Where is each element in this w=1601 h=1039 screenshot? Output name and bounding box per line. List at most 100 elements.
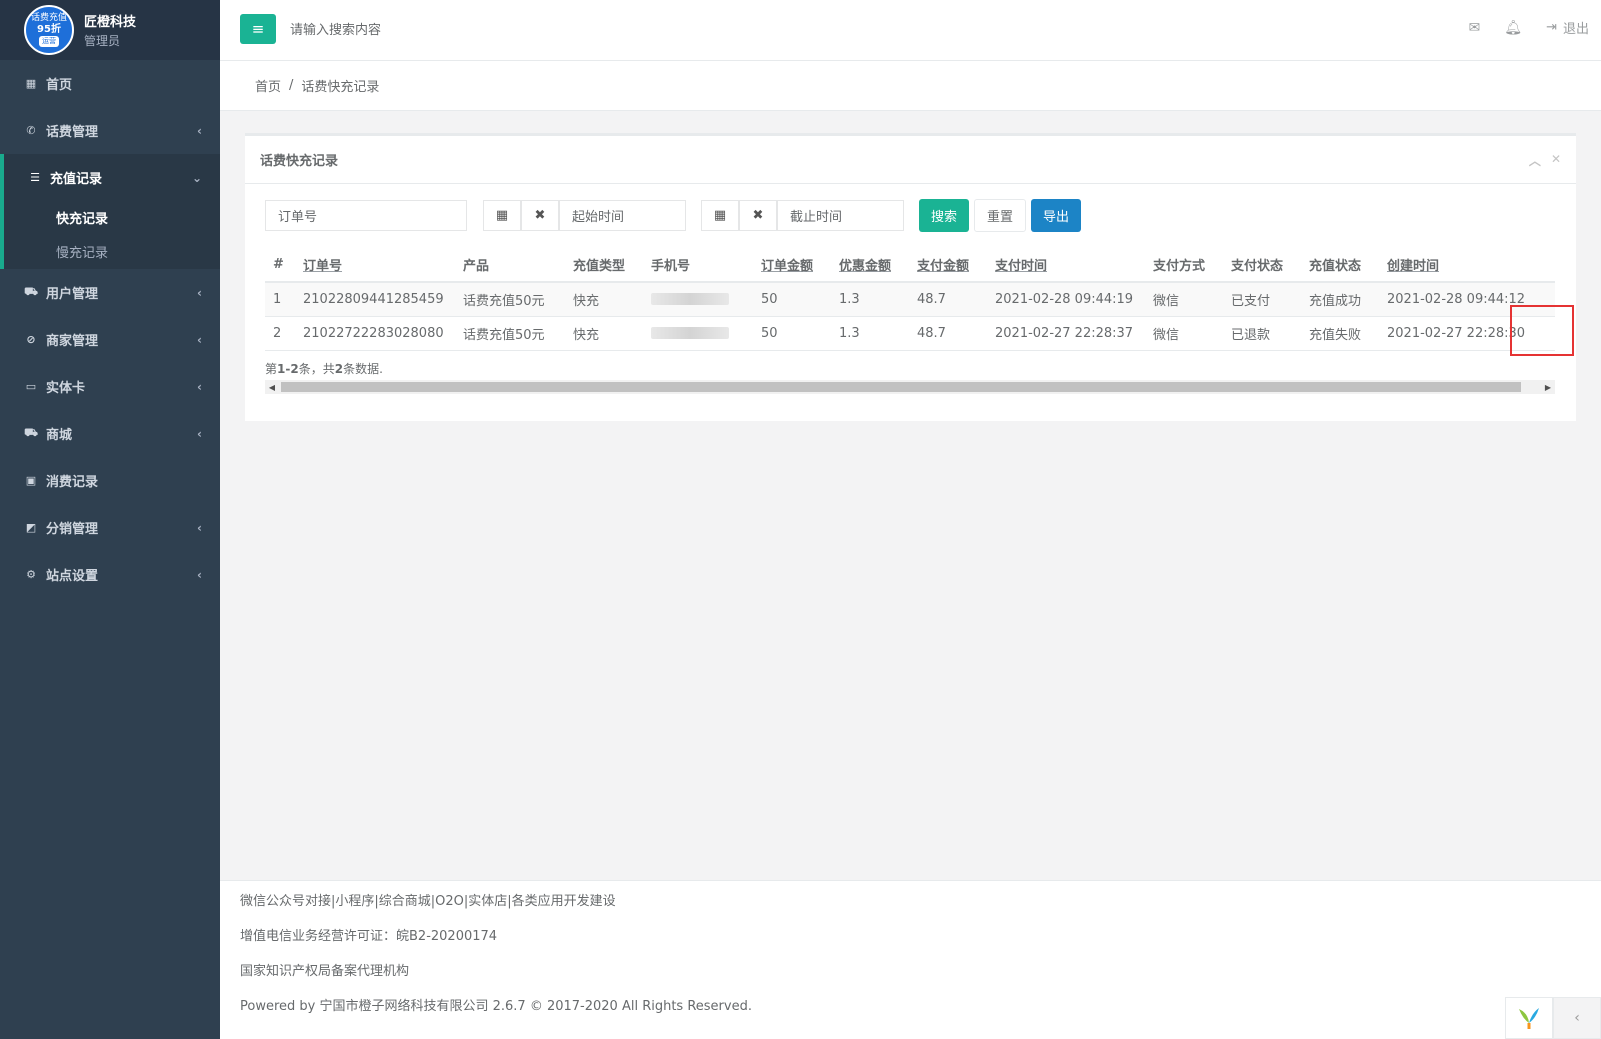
logout-button[interactable]: ⇥ 退出 xyxy=(1546,18,1589,37)
collapse-icon[interactable]: ︿ xyxy=(1529,152,1541,169)
chevron-left-icon: ‹ xyxy=(197,567,202,582)
horizontal-scrollbar[interactable]: ◀ ▶ xyxy=(265,380,1555,394)
order-number-input[interactable]: 订单号 xyxy=(265,200,467,231)
cell-pay-time: 2021-02-27 22:28:37 xyxy=(987,316,1145,351)
cell-pay-time: 2021-02-28 09:44:19 xyxy=(987,282,1145,317)
cell-product: 话费充值50元 xyxy=(455,316,565,351)
footer-agency: 国家知识产权局备案代理机构 xyxy=(240,964,410,979)
table-summary: 第1-2条，共2条数据. xyxy=(265,362,383,376)
chevron-down-icon: ⌄ xyxy=(191,170,202,185)
sidebar-item-merchants[interactable]: ⊘ 商家管理 ‹ xyxy=(0,316,220,363)
start-clear-button[interactable]: ✖ xyxy=(521,200,559,231)
col-index: # xyxy=(265,248,295,283)
calendar-icon: ▦ xyxy=(495,208,509,223)
export-button[interactable]: 导出 xyxy=(1031,199,1082,232)
end-calendar-button[interactable]: ▦ xyxy=(701,200,739,231)
col-recharge-type: 充值类型 xyxy=(565,248,643,283)
panel-title: 话费快充记录 xyxy=(260,154,339,169)
cell-order-no: 21022722283028080 xyxy=(295,316,455,351)
card-icon: ▭ xyxy=(25,380,37,393)
col-product: 产品 xyxy=(455,248,565,283)
sidebar-subitem-label: 慢充记录 xyxy=(56,245,109,261)
end-clear-button[interactable]: ✖ xyxy=(739,200,777,231)
chart-icon: ◩ xyxy=(25,521,37,534)
records-panel: 话费快充记录 ︿ ✕ 订单号 ▦ ✖ 起始时间 ▦ ✖ 截止时间 搜索 重置 导… xyxy=(245,133,1576,421)
sidebar-item-label: 用户管理 xyxy=(46,287,99,302)
sidebar-subitem-slow-recharge[interactable]: 慢充记录 xyxy=(4,233,220,269)
sidebar-item-recharge-records[interactable]: ☰ 充值记录 ⌄ xyxy=(4,154,220,201)
sidebar-item-phone-billing[interactable]: ✆ 话费管理 ‹ xyxy=(0,107,220,154)
sidebar-subitem-fast-recharge[interactable]: 快充记录 xyxy=(4,201,220,233)
sidebar-subitem-label: 快充记录 xyxy=(56,211,109,227)
sign-out-icon: ⇥ xyxy=(1546,20,1557,35)
scrollbar-thumb[interactable] xyxy=(281,382,1521,392)
sidebar-item-mall[interactable]: ⛟ 商城 ‹ xyxy=(0,410,220,457)
phone-icon: ✆ xyxy=(26,124,36,137)
redacted-phone xyxy=(651,293,729,306)
col-order-amount[interactable]: 订单金额 xyxy=(753,248,831,283)
breadcrumb-separator: / xyxy=(289,78,294,93)
close-icon[interactable]: ✕ xyxy=(1551,152,1561,169)
start-calendar-button[interactable]: ▦ xyxy=(483,200,521,231)
cell-order-amount: 50 xyxy=(753,316,831,351)
reset-button[interactable]: 重置 xyxy=(974,199,1027,232)
cell-order-no: 21022809441285459 xyxy=(295,282,455,317)
sidebar: 话费充值 95折 运营 匠橙科技 管理员 ▦ 首页 ✆ 话费管理 ‹ ☰ 充值记… xyxy=(0,0,220,1039)
sidebar-item-users[interactable]: ⛟ 用户管理 ‹ xyxy=(0,269,220,316)
breadcrumb-home[interactable]: 首页 xyxy=(255,76,281,95)
cell-discount-amount: 1.3 xyxy=(831,282,909,317)
col-pay-method: 支付方式 xyxy=(1145,248,1223,283)
cell-pay-status: 已支付 xyxy=(1223,282,1301,317)
brand-header: 话费充值 95折 运营 匠橙科技 管理员 xyxy=(0,0,220,60)
cell-phone xyxy=(643,316,753,351)
highlight-annotation xyxy=(1510,305,1574,356)
panel-header: 话费快充记录 ︿ ✕ xyxy=(245,136,1576,184)
col-phone: 手机号 xyxy=(643,248,753,283)
envelope-icon[interactable]: ✉ xyxy=(1469,20,1481,36)
chevron-left-icon: ‹ xyxy=(197,426,202,441)
gear-icon: ⚙ xyxy=(26,568,36,581)
brand-logo[interactable]: 话费充值 95折 运营 xyxy=(24,5,74,55)
footer-license: 增值电信业务经营许可证：皖B2-20200174 xyxy=(240,929,498,944)
sidebar-item-physical-card[interactable]: ▭ 实体卡 ‹ xyxy=(0,363,220,410)
sidebar-item-home[interactable]: ▦ 首页 xyxy=(0,60,220,107)
cell-recharge-status: 充值失败 xyxy=(1301,316,1379,351)
chevron-left-icon: ‹ xyxy=(197,332,202,347)
menu-toggle-button[interactable]: ≡ xyxy=(240,14,276,44)
cell-recharge-status: 充值成功 xyxy=(1301,282,1379,317)
user-role[interactable]: 管理员 xyxy=(84,32,136,49)
col-discount-amount[interactable]: 优惠金额 xyxy=(831,248,909,283)
records-table: # 订单号 产品 充值类型 手机号 订单金额 优惠金额 支付金额 支付时间 支付… xyxy=(265,248,1555,351)
sidebar-item-label: 分销管理 xyxy=(46,522,99,537)
chevron-left-icon[interactable]: ‹ xyxy=(1553,997,1601,1039)
sidebar-item-label: 商城 xyxy=(46,428,73,443)
table-header-row: # 订单号 产品 充值类型 手机号 订单金额 优惠金额 支付金额 支付时间 支付… xyxy=(265,248,1555,283)
bell-icon[interactable]: 🔔︎ xyxy=(1504,20,1522,36)
end-time-input[interactable]: 截止时间 xyxy=(777,200,904,231)
page-footer: 微信公众号对接|小程序|综合商城|O2O|实体店|各类应用开发建设 增值电信业务… xyxy=(220,880,1601,1039)
col-order-no[interactable]: 订单号 xyxy=(295,248,455,283)
col-created-time[interactable]: 创建时间 xyxy=(1379,248,1555,283)
cell-recharge-type: 快充 xyxy=(565,282,643,317)
col-pay-amount[interactable]: 支付金额 xyxy=(909,248,987,283)
col-pay-time[interactable]: 支付时间 xyxy=(987,248,1145,283)
sidebar-item-consumption[interactable]: ▣ 消费记录 xyxy=(0,457,220,504)
list-icon: ☰ xyxy=(30,171,40,184)
logo-line1: 话费充值 xyxy=(30,13,67,23)
sidebar-item-label: 消费记录 xyxy=(46,475,99,490)
cart-icon: ⛟ xyxy=(24,426,38,439)
sidebar-item-site-settings[interactable]: ⚙ 站点设置 ‹ xyxy=(0,551,220,598)
end-time-placeholder: 截止时间 xyxy=(790,210,843,225)
cell-pay-method: 微信 xyxy=(1145,316,1223,351)
yii-logo-icon[interactable] xyxy=(1505,997,1553,1039)
sidebar-item-distribution[interactable]: ◩ 分销管理 ‹ xyxy=(0,504,220,551)
dashboard-icon: ▦ xyxy=(25,77,37,90)
search-input[interactable] xyxy=(290,16,590,44)
scroll-left-icon[interactable]: ◀ xyxy=(265,380,279,394)
corner-widget: ‹ xyxy=(1505,997,1601,1039)
search-button[interactable]: 搜索 xyxy=(919,199,970,232)
compass-icon: ⊘ xyxy=(26,333,36,346)
scroll-right-icon[interactable]: ▶ xyxy=(1541,380,1555,394)
start-time-input[interactable]: 起始时间 xyxy=(559,200,686,231)
calendar-icon: ▦ xyxy=(713,208,727,223)
